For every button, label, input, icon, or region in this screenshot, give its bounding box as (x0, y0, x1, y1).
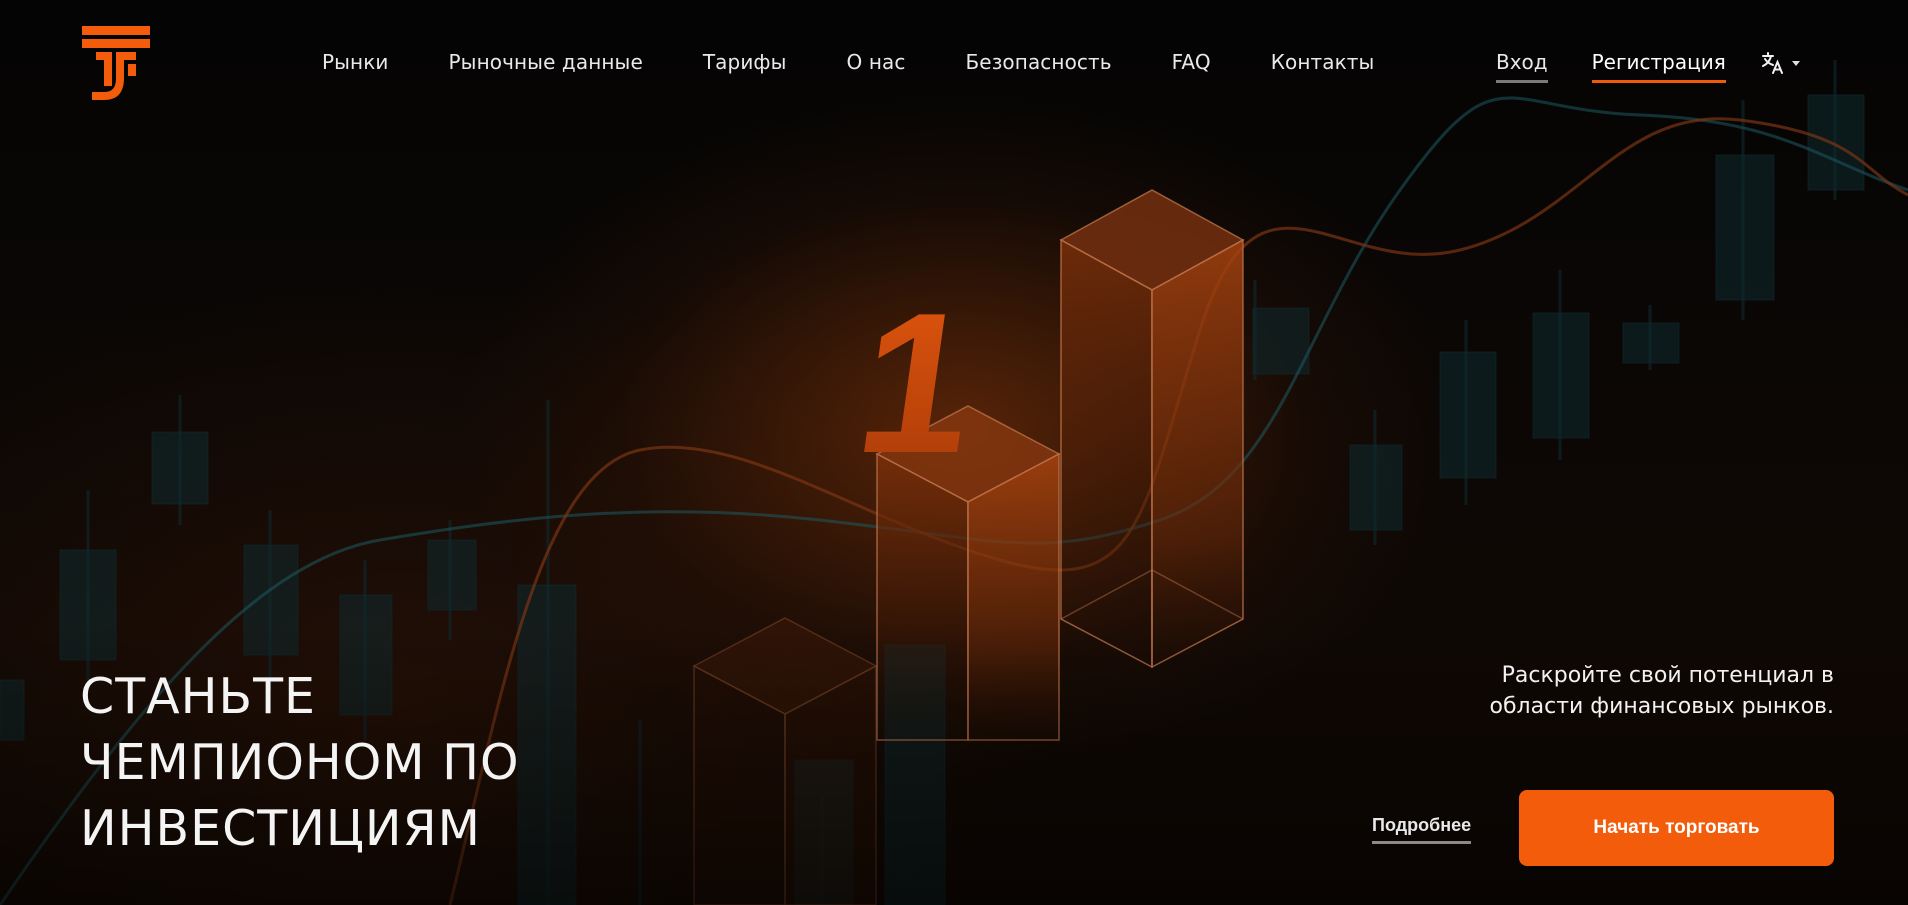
learn-more-link[interactable]: Подробнее (1372, 815, 1472, 844)
nav-tariffs[interactable]: Тарифы (703, 50, 787, 74)
nav-market-data[interactable]: Рыночные данные (449, 50, 643, 74)
start-trading-button[interactable]: Начать торговать (1519, 790, 1834, 866)
hero-subtitle-line: Раскройте свой потенциал в (1501, 663, 1834, 688)
nav-contacts[interactable]: Контакты (1271, 50, 1375, 74)
chevron-down-icon (1792, 60, 1800, 66)
landing-page: 1 Рынки Рыночные данные Тарифы О нас Без… (0, 0, 1908, 905)
brand-logo-icon[interactable] (82, 26, 150, 100)
nav-faq[interactable]: FAQ (1172, 50, 1211, 74)
podium-block-tall (1059, 189, 1245, 669)
site-header: Рынки Рыночные данные Тарифы О нас Безоп… (0, 0, 1908, 110)
register-link[interactable]: Регистрация (1591, 50, 1726, 83)
nav-about[interactable]: О нас (847, 50, 906, 74)
podium-block-small (692, 617, 878, 905)
nav-markets[interactable]: Рынки (322, 50, 389, 74)
hero-subtitle-line: области финансовых рынков. (1489, 694, 1834, 719)
translate-icon (1762, 52, 1783, 74)
nav-security[interactable]: Безопасность (965, 50, 1111, 74)
login-link[interactable]: Вход (1496, 50, 1548, 83)
podium-block-first (875, 405, 1061, 741)
hero-title-line: ИНВЕСТИЦИЯМ (80, 800, 481, 857)
hero-title-line: ЧЕМПИОНОМ ПО (80, 734, 520, 791)
podium-number: 1 (845, 271, 988, 495)
auth-links: Вход Регистрация (1496, 50, 1726, 83)
hero-title-line: СТАНЬТЕ (80, 668, 317, 725)
main-nav: Рынки Рыночные данные Тарифы О нас Безоп… (322, 50, 1374, 74)
language-selector[interactable] (1762, 52, 1800, 74)
hero-title: СТАНЬТЕ ЧЕМПИОНОМ ПО ИНВЕСТИЦИЯМ (80, 664, 680, 862)
hero-subtitle: Раскройте свой потенциал в области финан… (1414, 660, 1834, 722)
